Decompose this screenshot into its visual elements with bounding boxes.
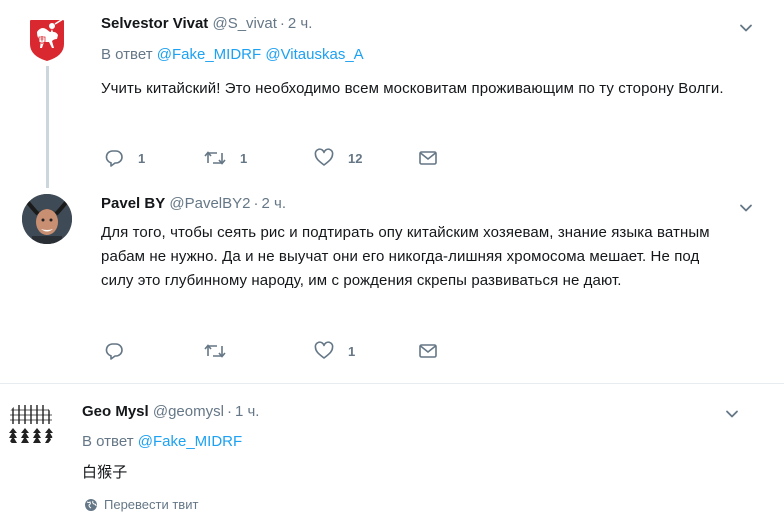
tweet-3[interactable]: Geo Mysl @geomysl · 1 ч. В ответ @Fake_MID… bbox=[0, 384, 784, 529]
like-button[interactable]: 1 bbox=[314, 341, 355, 361]
timestamp[interactable]: 2 ч. bbox=[262, 195, 287, 212]
timestamp[interactable]: 1 ч. bbox=[235, 403, 260, 420]
heart-icon bbox=[314, 148, 334, 166]
translate-tweet-link[interactable]: Перевести твит bbox=[84, 497, 198, 512]
more-options-chevron-icon[interactable] bbox=[738, 20, 754, 36]
direct-message-button[interactable] bbox=[418, 148, 438, 168]
heart-icon bbox=[314, 341, 334, 359]
tweet-text: Для того, чтобы сеять рис и подтирать оп… bbox=[101, 224, 710, 289]
tweet-header: Geo Mysl @geomysl · 1 ч. bbox=[82, 402, 259, 422]
retweet-icon bbox=[204, 344, 226, 358]
tweet-text: Учить китайский! Это необходимо всем мос… bbox=[101, 80, 724, 97]
display-name[interactable]: Pavel BY bbox=[101, 195, 165, 212]
person-photo-icon bbox=[22, 194, 72, 244]
like-button[interactable]: 12 bbox=[314, 148, 362, 168]
timestamp[interactable]: 2 ч. bbox=[288, 15, 313, 32]
translate-label: Перевести твит bbox=[104, 497, 199, 512]
tweet-header: Pavel BY @PavelBY2 · 2 ч. bbox=[101, 194, 286, 214]
reply-prefix: В ответ bbox=[101, 46, 153, 63]
avatar[interactable] bbox=[22, 194, 72, 244]
reply-button[interactable]: 1 bbox=[104, 148, 145, 168]
retweet-icon bbox=[204, 151, 226, 165]
reply-mention-link[interactable]: @Fake_MIDRF bbox=[157, 46, 261, 63]
like-count: 1 bbox=[348, 343, 356, 359]
separator-dot: · bbox=[253, 195, 259, 212]
user-handle[interactable]: @geomysl bbox=[153, 403, 224, 420]
reply-icon bbox=[105, 150, 123, 167]
like-count: 12 bbox=[348, 150, 363, 166]
retweet-count: 1 bbox=[240, 150, 248, 166]
envelope-icon bbox=[419, 151, 437, 165]
tweet-2[interactable]: Pavel BY @PavelBY2 · 2 ч. Для того, чтобы … bbox=[0, 188, 784, 380]
tweet-header: Selvestor Vivat @S_vivat · 2 ч. bbox=[101, 14, 312, 34]
reply-mention-link[interactable]: @Vitauskas_A bbox=[265, 46, 363, 63]
avatar[interactable] bbox=[22, 14, 72, 64]
more-options-chevron-icon[interactable] bbox=[724, 406, 740, 422]
user-handle[interactable]: @PavelBY2 bbox=[169, 195, 250, 212]
display-name[interactable]: Selvestor Vivat bbox=[101, 15, 208, 32]
reply-mention-link[interactable]: @Fake_MIDRF bbox=[138, 433, 242, 450]
reply-button[interactable] bbox=[104, 341, 138, 361]
envelope-icon bbox=[419, 344, 437, 358]
retweet-button[interactable]: 1 bbox=[204, 148, 247, 168]
tree-pattern-icon bbox=[5, 401, 55, 451]
more-options-chevron-icon[interactable] bbox=[738, 200, 754, 216]
pahonia-coat-of-arms-icon bbox=[30, 18, 64, 61]
separator-dot: · bbox=[226, 403, 232, 420]
tweet-actions: 1 bbox=[104, 341, 444, 361]
separator-dot: · bbox=[279, 15, 285, 32]
direct-message-button[interactable] bbox=[418, 341, 438, 361]
tweet-text: 白猴子 bbox=[82, 463, 128, 481]
avatar[interactable] bbox=[5, 401, 55, 451]
globe-icon bbox=[85, 498, 97, 511]
retweet-button[interactable] bbox=[204, 341, 240, 361]
tweet-1[interactable]: Selvestor Vivat @S_vivat · 2 ч. В ответ @F… bbox=[0, 0, 784, 185]
reply-count: 1 bbox=[138, 150, 146, 166]
user-handle[interactable]: @S_vivat bbox=[212, 15, 276, 32]
reply-context: В ответ @Fake_MIDRF bbox=[82, 432, 242, 452]
display-name[interactable]: Geo Mysl bbox=[82, 403, 149, 420]
reply-icon bbox=[105, 343, 123, 360]
tweet-actions: 1 1 12 bbox=[104, 148, 444, 168]
reply-context: В ответ @Fake_MIDRF @Vitauskas_A bbox=[101, 45, 364, 65]
reply-prefix: В ответ bbox=[82, 433, 134, 450]
